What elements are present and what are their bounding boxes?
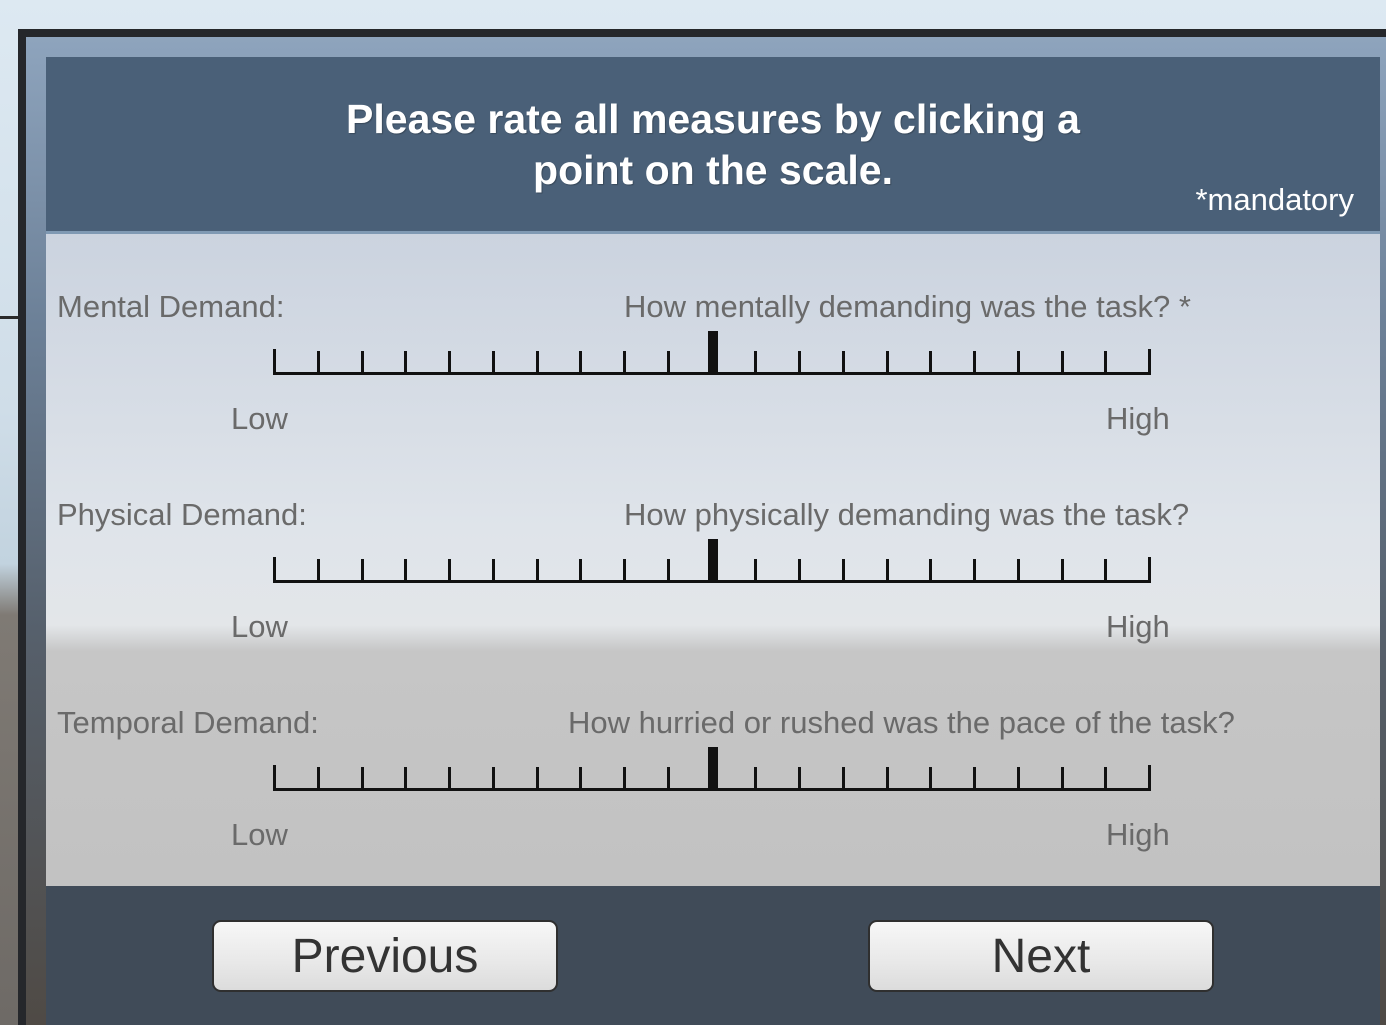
scale-tick[interactable]: [842, 559, 845, 583]
scale-tick[interactable]: [579, 767, 582, 791]
scale-tick[interactable]: [886, 559, 889, 583]
scale-tick[interactable]: [273, 349, 276, 375]
rating-scale-temporal[interactable]: [273, 741, 1151, 791]
scale-tick[interactable]: [842, 351, 845, 375]
scale-tick[interactable]: [317, 351, 320, 375]
scale-tick[interactable]: [623, 559, 626, 583]
scale-tick[interactable]: [361, 767, 364, 791]
scale-low-label: Low: [231, 401, 288, 436]
measure-label: Physical Demand:: [57, 497, 307, 532]
scale-tick[interactable]: [1104, 559, 1107, 583]
scale-tick[interactable]: [929, 767, 932, 791]
scale-tick[interactable]: [404, 559, 407, 583]
measure-label: Temporal Demand:: [57, 705, 319, 740]
scale-tick[interactable]: [448, 767, 451, 791]
scale-tick[interactable]: [1017, 351, 1020, 375]
scale-tick[interactable]: [1148, 349, 1151, 375]
scale-high-label: High: [1106, 609, 1170, 644]
measure-label: Mental Demand:: [57, 289, 285, 324]
scale-high-label: High: [1106, 817, 1170, 852]
scale-tick[interactable]: [361, 559, 364, 583]
survey-window: Please rate all measures by clicking a p…: [18, 29, 1386, 1025]
scale-tick[interactable]: [842, 767, 845, 791]
survey-panel: Please rate all measures by clicking a p…: [46, 57, 1380, 1025]
scale-tick[interactable]: [667, 351, 670, 375]
scale-tick[interactable]: [1148, 765, 1151, 791]
scale-tick[interactable]: [754, 559, 757, 583]
rating-scale-mental[interactable]: [273, 325, 1151, 375]
measure-temporal-demand: Temporal Demand: How hurried or rushed w…: [46, 705, 1380, 905]
scale-selected-tick[interactable]: [708, 331, 718, 375]
scale-tick[interactable]: [1104, 767, 1107, 791]
scale-tick[interactable]: [623, 351, 626, 375]
scale-tick[interactable]: [754, 351, 757, 375]
scale-tick[interactable]: [404, 767, 407, 791]
scale-tick[interactable]: [667, 559, 670, 583]
measure-question: How mentally demanding was the task? *: [624, 289, 1191, 324]
scale-low-label: Low: [231, 817, 288, 852]
measure-physical-demand: Physical Demand: How physically demandin…: [46, 497, 1380, 697]
scale-tick[interactable]: [1061, 767, 1064, 791]
scale-tick[interactable]: [361, 351, 364, 375]
scale-tick[interactable]: [1061, 559, 1064, 583]
scale-tick[interactable]: [492, 767, 495, 791]
scale-tick[interactable]: [536, 351, 539, 375]
scale-tick[interactable]: [1017, 767, 1020, 791]
measure-question: How physically demanding was the task?: [624, 497, 1190, 532]
measure-mental-demand: Mental Demand: How mentally demanding wa…: [46, 289, 1380, 489]
scale-selected-tick[interactable]: [708, 539, 718, 583]
scale-tick[interactable]: [273, 765, 276, 791]
scale-tick[interactable]: [536, 559, 539, 583]
scale-tick[interactable]: [886, 767, 889, 791]
scale-tick[interactable]: [448, 351, 451, 375]
scale-high-label: High: [1106, 401, 1170, 436]
scale-tick[interactable]: [929, 559, 932, 583]
scale-tick[interactable]: [798, 559, 801, 583]
next-button[interactable]: Next: [868, 920, 1214, 992]
scale-tick[interactable]: [492, 559, 495, 583]
previous-button[interactable]: Previous: [212, 920, 558, 992]
scale-tick[interactable]: [886, 351, 889, 375]
rating-scale-physical[interactable]: [273, 533, 1151, 583]
scale-tick[interactable]: [1104, 351, 1107, 375]
mandatory-note: *mandatory: [1195, 182, 1354, 217]
scale-tick[interactable]: [973, 767, 976, 791]
scale-tick[interactable]: [754, 767, 757, 791]
window-backdrop: Please rate all measures by clicking a p…: [26, 37, 1386, 1025]
scale-tick[interactable]: [317, 559, 320, 583]
scale-tick[interactable]: [667, 767, 670, 791]
scale-tick[interactable]: [623, 767, 626, 791]
scale-tick[interactable]: [1017, 559, 1020, 583]
scale-tick[interactable]: [973, 351, 976, 375]
scale-tick[interactable]: [404, 351, 407, 375]
scale-tick[interactable]: [798, 767, 801, 791]
scale-tick[interactable]: [579, 559, 582, 583]
measure-question: How hurried or rushed was the pace of th…: [568, 705, 1235, 740]
measures-area: Mental Demand: How mentally demanding wa…: [46, 234, 1380, 886]
instructions-title: Please rate all measures by clicking a p…: [346, 96, 1080, 193]
scale-low-label: Low: [231, 609, 288, 644]
scale-tick[interactable]: [1148, 557, 1151, 583]
panel-header: Please rate all measures by clicking a p…: [46, 57, 1380, 234]
scale-selected-tick[interactable]: [708, 747, 718, 791]
scale-tick[interactable]: [492, 351, 495, 375]
scale-tick[interactable]: [273, 557, 276, 583]
scale-tick[interactable]: [929, 351, 932, 375]
panel-footer: Previous Next: [46, 886, 1380, 1025]
scale-tick[interactable]: [579, 351, 582, 375]
scale-tick[interactable]: [973, 559, 976, 583]
scale-tick[interactable]: [448, 559, 451, 583]
scale-tick[interactable]: [798, 351, 801, 375]
scale-tick[interactable]: [1061, 351, 1064, 375]
scale-tick[interactable]: [317, 767, 320, 791]
scale-tick[interactable]: [536, 767, 539, 791]
